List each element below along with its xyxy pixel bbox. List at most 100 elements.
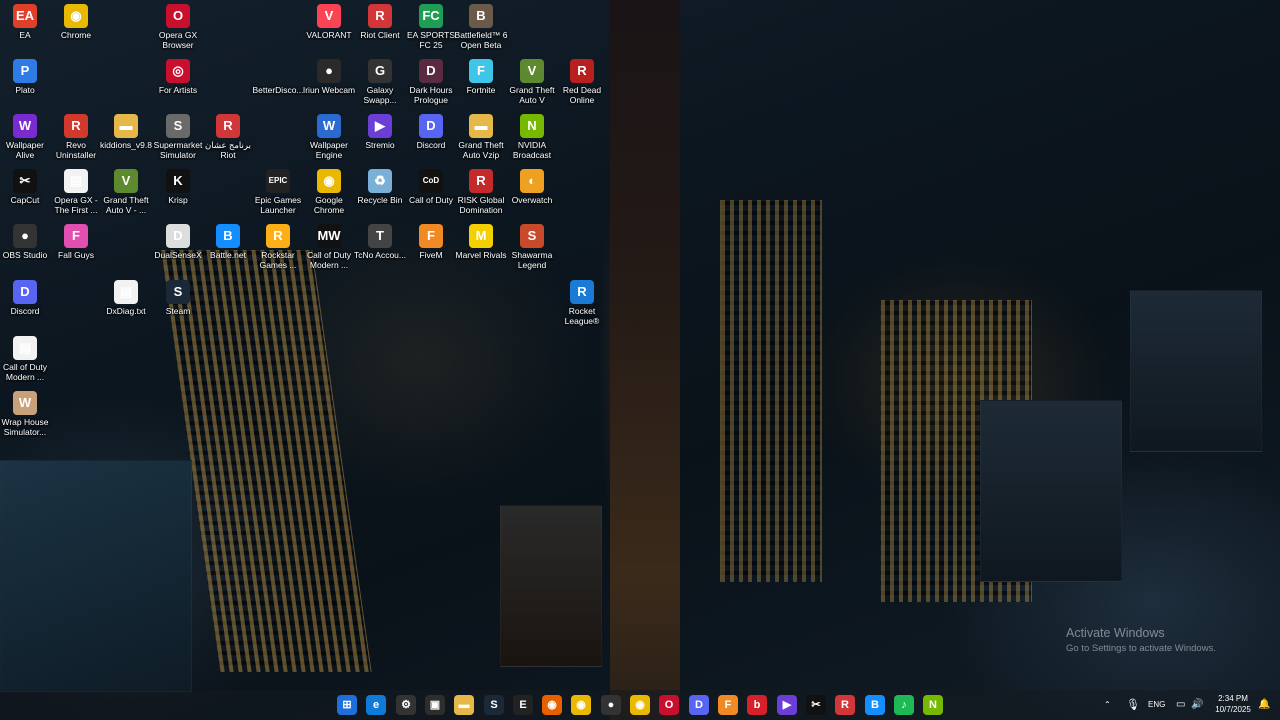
app-icon [266, 59, 290, 83]
discord-button[interactable]: D [689, 695, 709, 715]
desktop-icon[interactable]: ▤ Opera GX - The First ... [48, 169, 104, 215]
desktop-icon[interactable]: O Opera GX Browser [150, 4, 206, 50]
app-icon: ◉ [317, 169, 341, 193]
desktop-icon[interactable]: R Revo Uninstaller [48, 114, 104, 160]
desktop-icon[interactable]: BetterDisco... [250, 59, 306, 95]
desktop-icon[interactable]: EA EA [0, 4, 53, 40]
desktop-icon[interactable]: R Rocket League® [554, 280, 610, 326]
battlenet-button[interactable]: B [865, 695, 885, 715]
desktop-icon-label: Call of Duty Modern ... [3, 362, 47, 382]
desktop-icon[interactable]: V Grand Theft Auto V [504, 59, 560, 105]
desktop-icon[interactable]: ▬ Grand Theft Auto Vzip [453, 114, 509, 160]
desktop-icon[interactable]: F FiveM [403, 224, 459, 260]
desktop-icon[interactable]: ◉ Google Chrome [301, 169, 357, 215]
file-explorer-button[interactable]: ▬ [454, 695, 474, 715]
chrome-button[interactable]: ◉ [571, 695, 591, 715]
riot-button[interactable]: R [835, 695, 855, 715]
desktop-icon[interactable]: G Galaxy Swapp... [352, 59, 408, 105]
desktop-icon[interactable]: ▤ DxDiag.txt [98, 280, 154, 316]
desktop-icon-label: Steam [165, 306, 191, 316]
app-icon: D [13, 280, 37, 304]
desktop-icon[interactable]: S Supermarket Simulator [150, 114, 206, 160]
desktop-icon[interactable]: D Discord [0, 280, 53, 316]
microphone-icon[interactable]: 🎙 [1126, 690, 1140, 720]
show-hidden-icons-chevron-icon[interactable]: ⌃ [1104, 690, 1111, 720]
desktop-icon[interactable]: FC EA SPORTS FC 25 [403, 4, 459, 50]
desktop-icon[interactable]: ✂ CapCut [0, 169, 53, 205]
desktop-icon[interactable]: ● Iriun Webcam [301, 59, 357, 95]
desktop-icon[interactable]: R Red Dead Online [554, 59, 610, 105]
desktop-icon[interactable]: T TcNo Accou... [352, 224, 408, 260]
desktop-icon[interactable]: ▶ Stremio [352, 114, 408, 150]
desktop-icon[interactable]: W Wallpaper Engine [301, 114, 357, 160]
desktop-icon[interactable]: S Steam [150, 280, 206, 316]
app-icon: CoD [419, 169, 443, 193]
desktop-icon[interactable]: V Grand Theft Auto V - ... [98, 169, 154, 215]
app-icon: W [13, 114, 37, 138]
desktop-icon[interactable]: D Dark Hours Prologue [403, 59, 459, 105]
desktop-icon-label: Battlefield™ 6 Open Beta [454, 30, 508, 50]
desktop-icon[interactable]: ♻ Recycle Bin [352, 169, 408, 205]
desktop-icon-label: DxDiag.txt [106, 306, 146, 316]
app-icon: S [520, 224, 544, 248]
desktop-icon-label: Grand Theft Auto V [509, 85, 555, 105]
notification-bell-icon[interactable]: 🔔 [1258, 690, 1270, 720]
desktop-icon-label: Wallpaper Engine [310, 140, 348, 160]
github-button[interactable]: ● [601, 695, 621, 715]
app-icon: D [419, 59, 443, 83]
desktop-icon[interactable]: R Riot Client [352, 4, 408, 40]
desktop-icon[interactable]: W Wallpaper Alive [0, 114, 53, 160]
brave-button[interactable]: b [747, 695, 767, 715]
fivem-button[interactable]: F [718, 695, 738, 715]
spotify-button[interactable]: ♪ [894, 695, 914, 715]
desktop-icon[interactable]: F Fall Guys [48, 224, 104, 260]
desktop-icon[interactable]: EPIC Epic Games Launcher [250, 169, 306, 215]
opera-button[interactable]: O [659, 695, 679, 715]
desktop-icon[interactable]: ● OBS Studio [0, 224, 53, 260]
desktop-icon[interactable]: CoD Call of Duty [403, 169, 459, 205]
desktop-icon[interactable]: R برنامج عشان Riot [200, 114, 256, 160]
chrome-2-button[interactable]: ◉ [630, 695, 650, 715]
desktop-icon[interactable]: V VALORANT [301, 4, 357, 40]
desktop-icon-label: FiveM [419, 250, 443, 260]
desktop-icon[interactable]: M Marvel Rivals [453, 224, 509, 260]
app-icon: ● [13, 224, 37, 248]
desktop-icon[interactable]: R RISK Global Domination [453, 169, 509, 215]
desktop-icon[interactable]: D Discord [403, 114, 459, 150]
desktop-icon[interactable]: D DualSenseX [150, 224, 206, 260]
nvidia-button[interactable]: N [923, 695, 943, 715]
desktop-icon[interactable]: B Battle.net [200, 224, 256, 260]
store-button[interactable]: ▣ [425, 695, 445, 715]
settings-button[interactable]: ⚙ [396, 695, 416, 715]
firefox-button[interactable]: ◉ [542, 695, 562, 715]
desktop-icon[interactable]: ▬ kiddions_v9.8 [98, 114, 154, 150]
app-icon: ● [317, 59, 341, 83]
epic-button[interactable]: E [513, 695, 533, 715]
desktop-icon[interactable]: W Wrap House Simulator... [0, 391, 53, 437]
language-indicator[interactable]: ENG [1148, 690, 1165, 720]
desktop-icon[interactable]: ◎ For Artists [150, 59, 206, 95]
wallpaper-street [610, 0, 680, 720]
desktop-icon[interactable]: ◐ Overwatch [504, 169, 560, 205]
volume-icon[interactable]: 🔊 [1191, 690, 1203, 720]
desktop-icon-label: Fortnite [466, 85, 496, 95]
desktop-icon[interactable]: B Battlefield™ 6 Open Beta [453, 4, 509, 50]
edge-button[interactable]: e [366, 695, 386, 715]
capcut-button[interactable]: ✂ [806, 695, 826, 715]
start-button[interactable]: ⊞ [337, 695, 357, 715]
desktop-icon[interactable]: ▤ Call of Duty Modern ... [0, 336, 53, 382]
desktop-icon[interactable]: ◉ Chrome [48, 4, 104, 40]
desktop-icon[interactable]: K Krisp [150, 169, 206, 205]
desktop-icon[interactable]: N NVIDIA Broadcast [504, 114, 560, 160]
desktop-icon[interactable]: R Rockstar Games ... [250, 224, 306, 270]
app-button[interactable]: ▶ [777, 695, 797, 715]
desktop-icon[interactable]: P Plato [0, 59, 53, 95]
taskbar-clock[interactable]: 2:34 PM 10/7/2025 [1208, 693, 1258, 715]
network-icon[interactable]: ▭ [1176, 690, 1185, 720]
desktop-icon[interactable]: S Shawarma Legend [504, 224, 560, 270]
desktop-icon-label: Wallpaper Alive [6, 140, 44, 160]
desktop-icon[interactable]: MW Call of Duty Modern ... [301, 224, 357, 270]
desktop-icon[interactable]: F Fortnite [453, 59, 509, 95]
steam-button[interactable]: S [484, 695, 504, 715]
desktop-icon-label: Recycle Bin [357, 195, 403, 205]
